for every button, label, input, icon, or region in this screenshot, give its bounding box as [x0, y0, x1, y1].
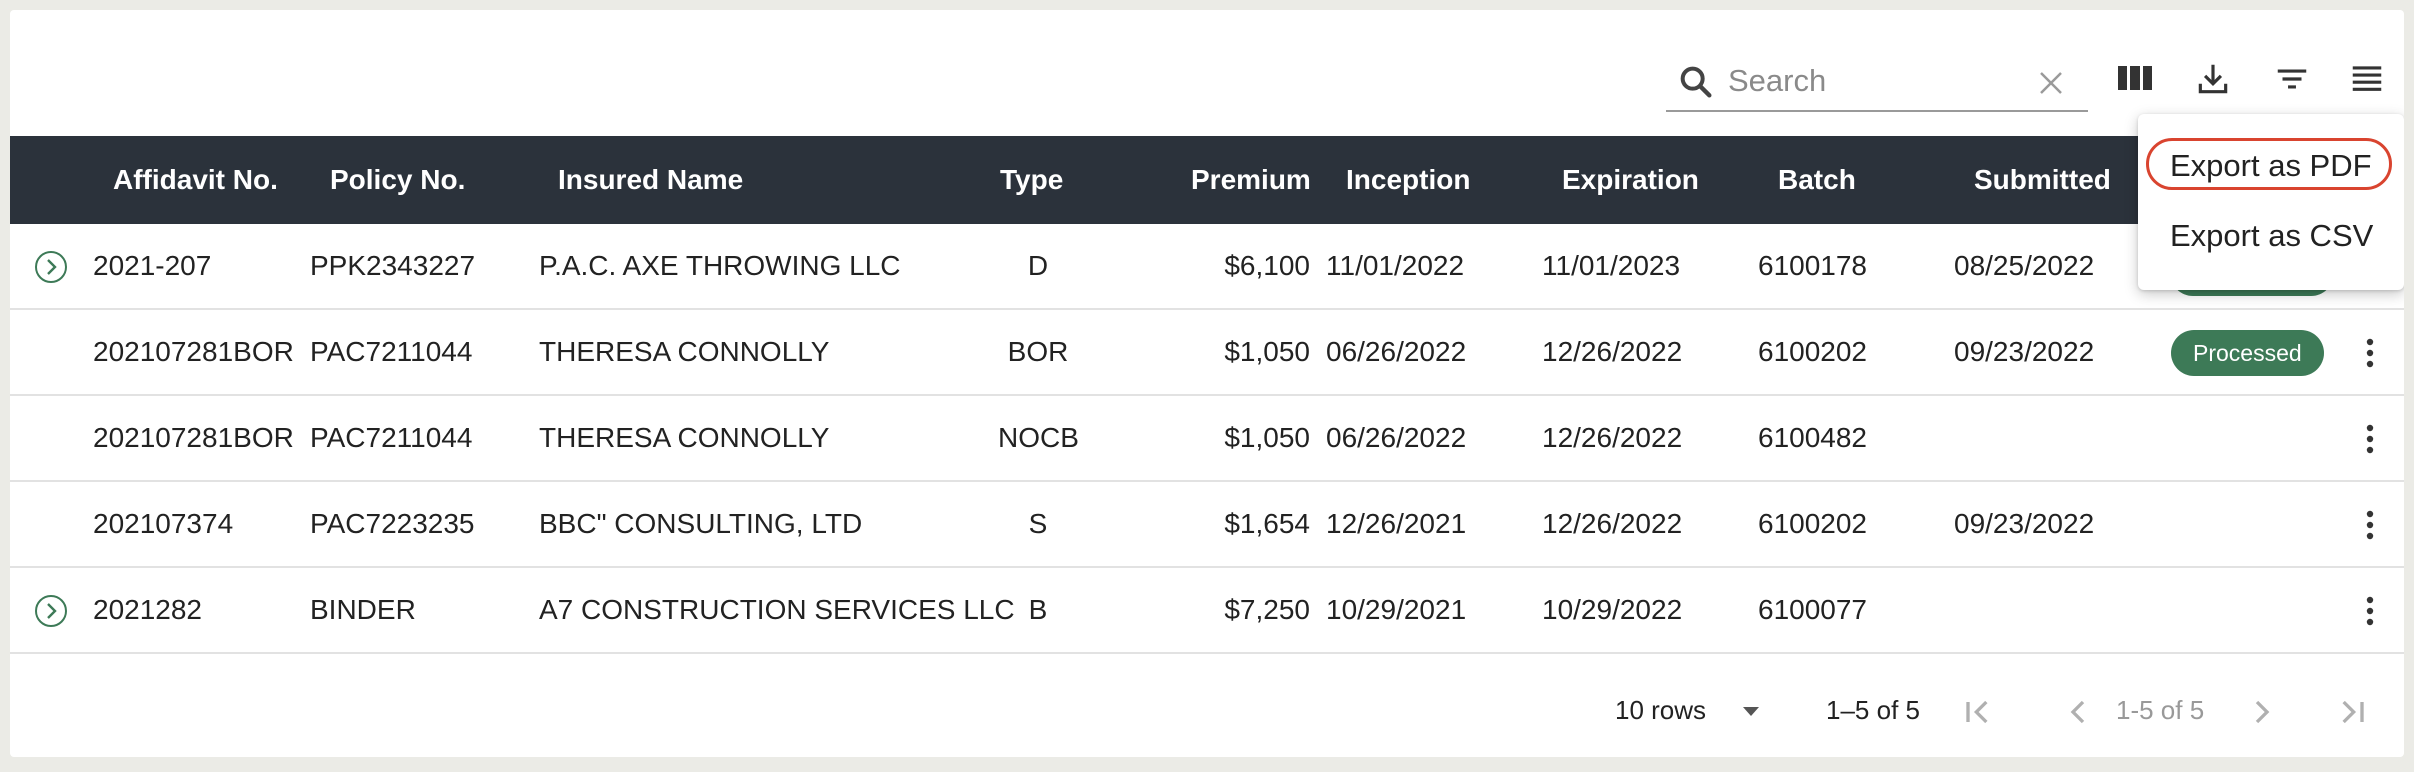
row-actions-icon[interactable] [2355, 592, 2385, 630]
column-header-expiration[interactable]: Expiration [1562, 136, 1699, 224]
next-page-icon[interactable] [2242, 692, 2282, 732]
cell-expiration: 12/26/2022 [1542, 336, 1683, 367]
cell-premium: $1,050 [1224, 422, 1310, 453]
cell-inception: 10/29/2021 [1326, 594, 1467, 625]
density-icon [2352, 66, 2382, 91]
previous-page-icon[interactable] [2058, 692, 2098, 732]
row-actions-icon[interactable] [2355, 420, 2385, 458]
cell-affidavit: 2021282 [93, 594, 203, 625]
cell-expiration: 12/26/2022 [1542, 508, 1683, 539]
column-header-inception[interactable]: Inception [1346, 136, 1470, 224]
cell-inception: 06/26/2022 [1326, 422, 1467, 453]
export-pdf-label: Export as PDF [2170, 148, 2372, 183]
cell-inception: 12/26/2021 [1326, 508, 1467, 539]
column-header-premium[interactable]: Premium [1191, 136, 1311, 224]
table-header: Affidavit No. Policy No. Insured Name Ty… [10, 136, 2404, 224]
last-page-icon[interactable] [2332, 692, 2372, 732]
cell-affidavit: 2021-207 [93, 250, 212, 281]
cell-affidavit: 202107281BOR [93, 336, 294, 367]
columns-button[interactable] [2106, 50, 2162, 106]
cell-insured-name: BBC" CONSULTING, LTD [539, 508, 863, 539]
chevron-down-icon [1737, 692, 1765, 737]
download-button[interactable] [2184, 50, 2240, 106]
rows-per-page-select[interactable]: 10 rows [1615, 692, 1759, 728]
cell-type: BOR [1007, 336, 1069, 367]
first-page-icon[interactable] [1958, 692, 1998, 732]
column-header-batch[interactable]: Batch [1778, 136, 1856, 224]
export-csv-label: Export as CSV [2170, 218, 2374, 253]
columns-icon [2118, 66, 2152, 90]
table-row[interactable]: 2021282 BINDER A7 CONSTRUCTION SERVICES … [10, 568, 2404, 654]
cell-insured-name: THERESA CONNOLLY [539, 336, 830, 367]
cell-batch: 6100178 [1758, 250, 1868, 281]
column-header-affidavit[interactable]: Affidavit No. [113, 136, 278, 224]
cell-type: S [1028, 508, 1048, 539]
pagination-range: 1–5 of 5 [1826, 695, 1920, 725]
table-row[interactable]: 202107281BOR PAC7211044 THERESA CONNOLLY… [10, 396, 2404, 482]
cell-premium: $1,654 [1224, 508, 1310, 539]
search-field[interactable] [1666, 56, 2088, 112]
row-actions-icon[interactable] [2355, 506, 2385, 544]
page-info: 1-5 of 5 [2116, 695, 2205, 725]
cell-batch: 6100482 [1758, 422, 1868, 453]
column-header-insured-name[interactable]: Insured Name [558, 136, 743, 224]
search-icon [1676, 62, 1716, 107]
clear-search-icon[interactable] [2036, 68, 2066, 103]
cell-batch: 6100077 [1758, 594, 1868, 625]
cell-expiration: 10/29/2022 [1542, 594, 1683, 625]
cell-inception: 11/01/2022 [1326, 250, 1465, 281]
cell-affidavit: 202107374 [93, 508, 234, 539]
filter-icon [2277, 69, 2307, 89]
row-actions-icon[interactable] [2355, 334, 2385, 372]
column-header-submitted[interactable]: Submitted [1974, 136, 2111, 224]
cell-premium: $7,250 [1224, 594, 1310, 625]
export-menu: Export as PDF Export as CSV [2138, 114, 2404, 290]
status-badge: Processed [2171, 330, 2324, 376]
density-button[interactable] [2338, 50, 2394, 106]
cell-submitted: 09/23/2022 [1954, 508, 2095, 539]
cell-type: D [1027, 250, 1049, 281]
cell-policy: PAC7211044 [310, 336, 473, 367]
table-pagination: 10 rows 1–5 of 5 1-5 of 5 [10, 664, 2404, 757]
cell-premium: $6,100 [1224, 250, 1310, 281]
cell-premium: $1,050 [1224, 336, 1310, 367]
cell-expiration: 12/26/2022 [1542, 422, 1683, 453]
cell-insured-name: A7 CONSTRUCTION SERVICES LLC [539, 594, 1015, 625]
cell-policy: PAC7211044 [310, 422, 473, 453]
table-row[interactable]: 2021-207 PPK2343227 P.A.C. AXE THROWING … [10, 224, 2404, 310]
export-pdf-menu-item[interactable]: Export as PDF [2146, 138, 2392, 190]
column-header-policy[interactable]: Policy No. [330, 136, 465, 224]
filter-button[interactable] [2262, 50, 2318, 106]
search-input[interactable] [1726, 62, 2030, 100]
cell-insured-name: THERESA CONNOLLY [539, 422, 830, 453]
cell-type: B [1028, 594, 1048, 625]
table-toolbar [10, 10, 2404, 136]
export-csv-menu-item[interactable]: Export as CSV [2138, 208, 2404, 264]
cell-policy: PPK2343227 [310, 250, 476, 281]
expand-row-icon[interactable] [34, 594, 68, 628]
data-table-card: Affidavit No. Policy No. Insured Name Ty… [10, 10, 2404, 757]
cell-submitted: 09/23/2022 [1954, 336, 2095, 367]
column-header-type[interactable]: Type [1000, 136, 1063, 224]
cell-batch: 6100202 [1758, 336, 1868, 367]
cell-batch: 6100202 [1758, 508, 1868, 539]
cell-inception: 06/26/2022 [1326, 336, 1467, 367]
table-row[interactable]: 202107374 PAC7223235 BBC" CONSULTING, LT… [10, 482, 2404, 568]
cell-policy: PAC7223235 [310, 508, 475, 539]
rows-per-page-value: 10 rows [1615, 695, 1707, 725]
cell-submitted: 08/25/2022 [1954, 250, 2095, 281]
download-icon [2198, 64, 2228, 94]
cell-policy: BINDER [310, 594, 416, 625]
expand-row-icon[interactable] [34, 250, 68, 284]
table-row[interactable]: 202107281BOR PAC7211044 THERESA CONNOLLY… [10, 310, 2404, 396]
cell-insured-name: P.A.C. AXE THROWING LLC [539, 250, 901, 281]
cell-type: NOCB [998, 422, 1079, 453]
cell-expiration: 11/01/2023 [1542, 250, 1681, 281]
cell-affidavit: 202107281BOR [93, 422, 294, 453]
